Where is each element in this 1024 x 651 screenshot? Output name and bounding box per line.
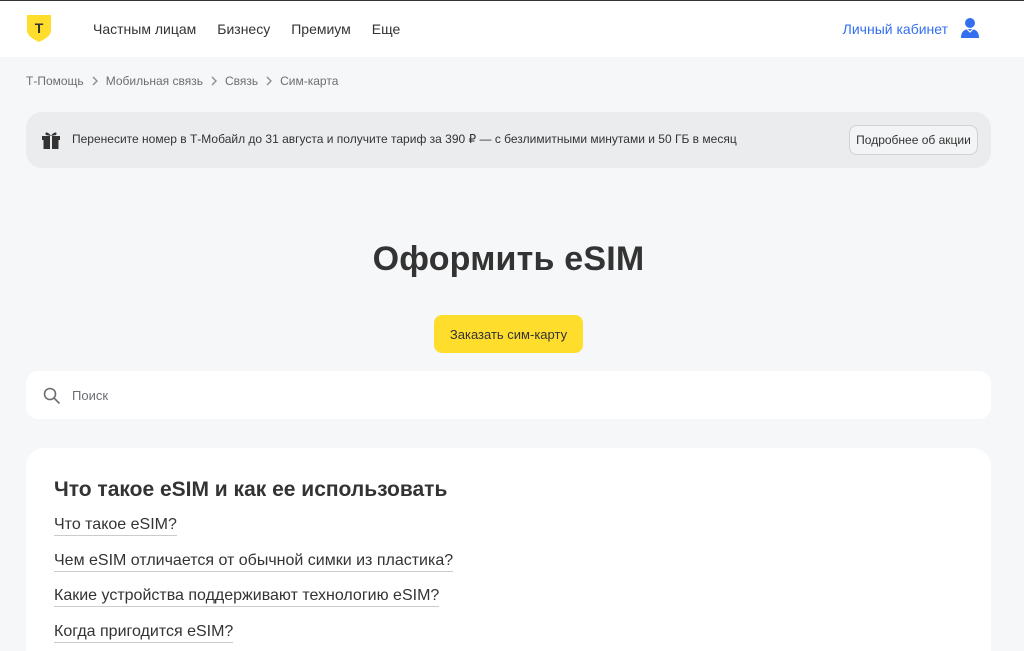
list-item: Когда пригодится eSIM? <box>54 622 453 651</box>
main-nav: Частным лицам Бизнесу Премиум Еще <box>93 1 421 57</box>
breadcrumb-item-mobile[interactable]: Мобильная связь <box>106 74 203 88</box>
site-header: Т Частным лицам Бизнесу Премиум Еще Личн… <box>0 1 1024 57</box>
t-logo-icon[interactable]: Т <box>26 14 52 43</box>
page-title: Оформить eSIM <box>372 240 645 278</box>
chevron-right-icon <box>92 76 98 86</box>
faq-link[interactable]: Когда пригодится eSIM? <box>54 622 234 643</box>
search-icon <box>43 387 60 404</box>
logo-letter: Т <box>35 20 44 36</box>
breadcrumb-item-simcard[interactable]: Сим-карта <box>280 74 338 88</box>
account-link[interactable]: Личный кабинет <box>843 1 948 57</box>
promo-details-button[interactable]: Подробнее об акции <box>849 125 978 155</box>
nav-item-private[interactable]: Частным лицам <box>93 21 196 37</box>
promo-banner: Перенесите номер в Т-Мобайл до 31 август… <box>26 112 991 168</box>
list-item: Какие устройства поддерживают технологию… <box>54 587 453 623</box>
order-sim-button[interactable]: Заказать сим-карту <box>434 315 583 353</box>
search-bar <box>26 371 991 419</box>
breadcrumb-item-connection[interactable]: Связь <box>225 74 258 88</box>
nav-item-premium[interactable]: Премиум <box>291 21 351 37</box>
gift-icon <box>42 132 60 149</box>
faq-card: Что такое eSIM и как ее использовать Что… <box>26 448 991 651</box>
breadcrumb-item-help[interactable]: Т-Помощь <box>26 74 84 88</box>
chevron-right-icon <box>266 76 273 86</box>
faq-link[interactable]: Чем eSIM отличается от обычной симки из … <box>54 551 454 572</box>
nav-item-business[interactable]: Бизнесу <box>217 21 270 37</box>
faq-heading: Что такое eSIM и как ее использовать <box>54 478 448 501</box>
faq-link[interactable]: Какие устройства поддерживают технологию… <box>54 587 440 607</box>
nav-item-more[interactable]: Еще <box>372 21 401 37</box>
breadcrumb: Т-Помощь Мобильная связь Связь Сим-карта <box>26 74 338 88</box>
search-input[interactable] <box>72 383 952 407</box>
list-item: Чем eSIM отличается от обычной симки из … <box>54 551 454 588</box>
chevron-right-icon <box>211 76 217 86</box>
faq-list: Что такое eSIM? Чем eSIM отличается от о… <box>54 516 454 651</box>
user-avatar-icon[interactable] <box>960 17 980 39</box>
faq-link[interactable]: Что такое eSIM? <box>54 516 177 536</box>
list-item: Что такое eSIM? <box>54 516 453 552</box>
promo-text: Перенесите номер в Т-Мобайл до 31 август… <box>72 132 737 146</box>
